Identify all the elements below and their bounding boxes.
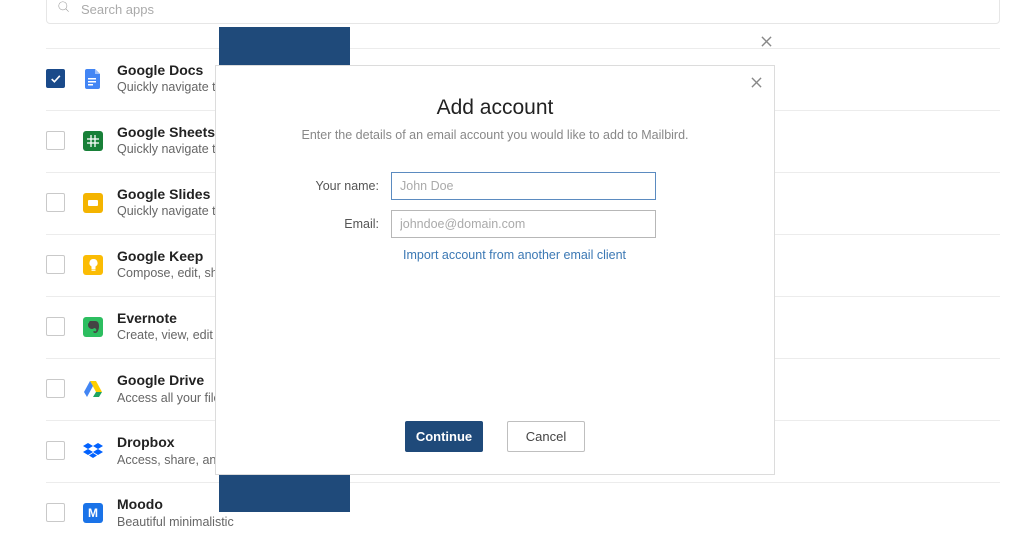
google-sheets-icon <box>83 131 103 151</box>
google-keep-icon <box>83 255 103 275</box>
email-input[interactable] <box>391 210 656 238</box>
checkbox-evernote[interactable] <box>46 317 65 336</box>
google-drive-icon <box>83 379 103 399</box>
evernote-icon <box>83 317 103 337</box>
checkbox-dropbox[interactable] <box>46 441 65 460</box>
checkbox-google-drive[interactable] <box>46 379 65 398</box>
continue-button[interactable]: Continue <box>405 421 483 452</box>
add-account-form: Your name: Email: Import account from an… <box>216 172 774 262</box>
google-slides-icon <box>83 193 103 213</box>
search-icon <box>57 0 71 19</box>
cancel-button[interactable]: Cancel <box>507 421 585 452</box>
checkbox-google-docs[interactable] <box>46 69 65 88</box>
close-icon[interactable] <box>746 72 766 92</box>
close-icon[interactable] <box>755 30 777 52</box>
app-desc: Beautiful minimalistic <box>117 514 234 531</box>
modal-subtitle: Enter the details of an email account yo… <box>216 128 774 142</box>
app-row-moodo[interactable]: M Moodo Beautiful minimalistic <box>46 483 1000 544</box>
google-docs-icon <box>83 69 103 89</box>
add-account-modal: Add account Enter the details of an emai… <box>215 65 775 475</box>
checkbox-google-keep[interactable] <box>46 255 65 274</box>
checkbox-google-sheets[interactable] <box>46 131 65 150</box>
dropbox-icon <box>83 441 103 461</box>
name-input[interactable] <box>391 172 656 200</box>
name-label: Your name: <box>236 179 391 193</box>
app-name: Moodo <box>117 495 234 513</box>
modal-title: Add account <box>216 96 774 120</box>
search-input[interactable] <box>81 2 989 17</box>
checkbox-moodo[interactable] <box>46 503 65 522</box>
moodo-icon: M <box>83 503 103 523</box>
search-bar[interactable] <box>46 0 1000 24</box>
email-label: Email: <box>236 217 391 231</box>
import-account-link[interactable]: Import account from another email client <box>403 248 734 262</box>
checkbox-google-slides[interactable] <box>46 193 65 212</box>
